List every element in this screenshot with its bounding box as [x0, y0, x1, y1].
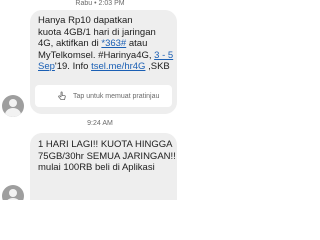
date-link-continued[interactable]: Sep: [38, 61, 55, 72]
url-link[interactable]: tsel.me/hr4G: [91, 61, 145, 72]
ussd-code-link[interactable]: *363#: [101, 38, 126, 49]
message-line: 75GB/30hr SEMUA JARINGAN!!: [38, 150, 176, 162]
touch-icon: [58, 91, 66, 100]
message-bubble[interactable]: Hanya Rp10 dapatkan kuota 4GB/1 hari di …: [30, 10, 177, 114]
message-line: kuota 4GB/1 hari di jaringan: [38, 26, 156, 38]
message-line: Hanya Rp10 dapatkan: [38, 15, 133, 26]
avatar-shoulders-shape: [5, 198, 21, 200]
message-timestamp: 9:24 AM: [87, 120, 113, 127]
message-line: mulai 100RB beli di Aplikasi: [38, 162, 155, 174]
avatar-shoulders-shape: [5, 108, 21, 117]
message-timestamp: Rabu • 2:03 PM: [75, 0, 125, 7]
sender-avatar[interactable]: [2, 95, 24, 117]
message-line: Sep'19. Info tsel.me/hr4G ,SKB: [38, 61, 170, 73]
message-thread[interactable]: Rabu • 2:03 PM Hanya Rp10 dapatkan kuota…: [0, 0, 200, 200]
sender-avatar[interactable]: [2, 185, 24, 200]
date-link[interactable]: 3 - 5: [154, 50, 173, 61]
message-line: 1 HARI LAGI!! KUOTA HINGGA: [38, 139, 173, 150]
message-bubble[interactable]: 1 HARI LAGI!! KUOTA HINGGA 75GB/30hr SEM…: [30, 133, 177, 200]
message-line: MyTelkomsel. #Harinya4G, 3 - 5: [38, 49, 174, 61]
preview-label: Tap untuk memuat pratinjau: [73, 92, 160, 100]
avatar-head-shape: [9, 99, 17, 107]
link-preview-button[interactable]: Tap untuk memuat pratinjau: [35, 85, 172, 107]
message-line: 4G, aktifkan di *363# atau: [38, 38, 148, 50]
avatar-head-shape: [9, 189, 17, 197]
